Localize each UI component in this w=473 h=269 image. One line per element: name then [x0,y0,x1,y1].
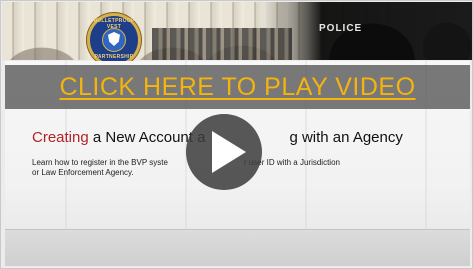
play-video-link[interactable]: CLICK HERE TO PLAY VIDEO [5,65,470,109]
slide-desc-line2: or Law Enforcement Agency. [32,168,134,177]
play-video-label[interactable]: CLICK HERE TO PLAY VIDEO [59,73,415,102]
video-thumbnail[interactable]: POLICE BULLETPROOF VEST PARTNERSHIP Crea… [0,0,473,269]
slide-title-part-b: g with an Agency [289,129,403,146]
police-vest-text: POLICE [319,23,363,34]
slide-desc-line1-a: Learn how to register in the BVP syste [32,158,168,167]
play-icon [212,131,246,173]
play-button[interactable] [186,114,262,190]
bvp-badge-logo: BULLETPROOF VEST PARTNERSHIP [87,13,141,67]
slide-bottom-band [5,229,470,266]
logo-ring-bottom-text: PARTNERSHIP [94,54,134,60]
banner-photo: POLICE [2,2,472,60]
crowd-image [152,28,292,60]
slide-title-accent: Creating [32,129,89,146]
